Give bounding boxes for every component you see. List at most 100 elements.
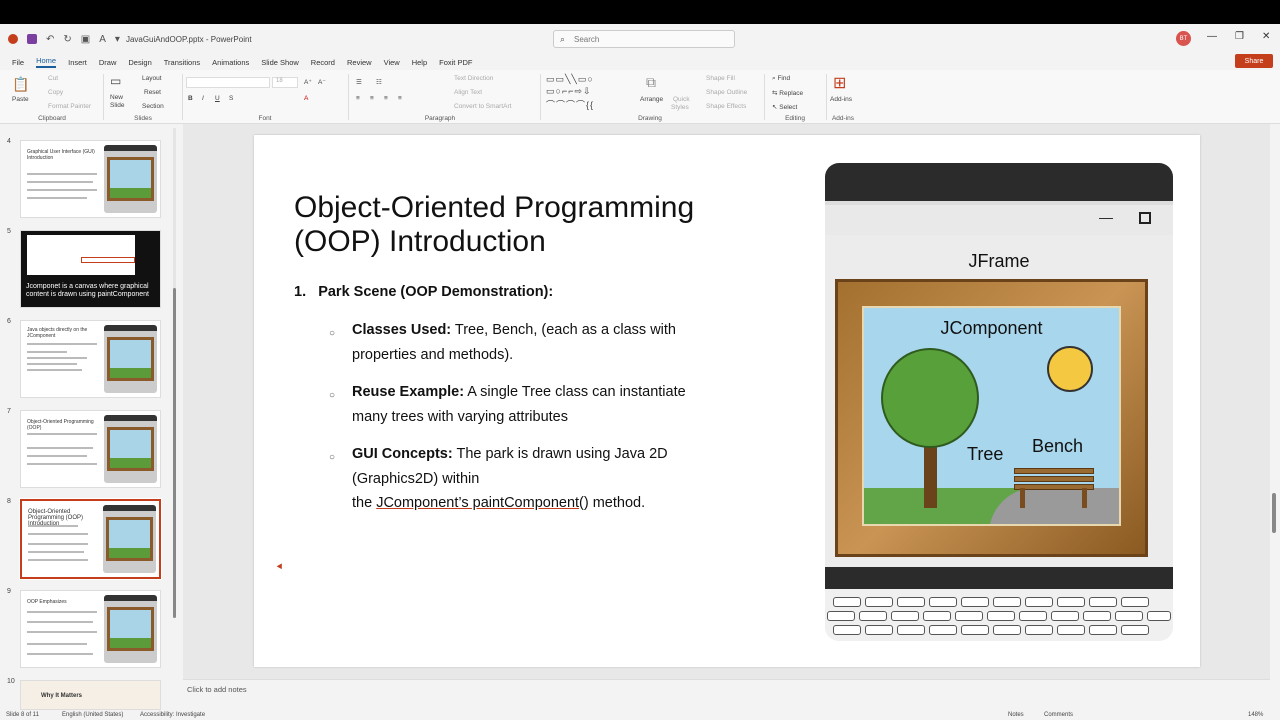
underline-icon[interactable]: U [215,95,220,102]
shapes-gallery-row3[interactable]: ⌒⌒⌒⌒{{ [546,98,594,111]
replace-button[interactable]: ⇆ Replace [772,89,803,97]
redo-icon[interactable]: ↻ [63,34,71,45]
copy-button[interactable]: Copy [48,89,63,96]
increase-font-icon[interactable]: A⁺ [304,78,312,86]
tab-review[interactable]: Review [347,58,372,67]
tab-help[interactable]: Help [412,58,427,67]
arrange-icon[interactable]: ⧉ [646,74,656,91]
cut-button[interactable]: Cut [48,75,58,82]
shadow-icon[interactable]: S [229,95,233,102]
font-color-icon[interactable]: A [99,34,106,45]
canvas-scrollbar[interactable] [1272,128,1276,668]
justify-icon[interactable]: ≡ [398,95,402,102]
minimize-icon[interactable]: — [1207,31,1217,42]
align-left-icon[interactable]: ≡ [356,95,360,102]
slide-thumbnail-10[interactable]: Why It Matters [20,680,161,710]
addins-icon[interactable]: ⊞ [833,73,846,93]
align-text-button[interactable]: Align Text [454,89,482,96]
customize-qa-icon[interactable]: ▾ [115,34,120,45]
search-box[interactable]: ⌕ Search [553,30,735,48]
paste-button[interactable]: Paste [12,96,29,103]
tab-design[interactable]: Design [128,58,151,67]
tab-transitions[interactable]: Transitions [164,58,200,67]
slide-8[interactable]: Object-Oriented Programming (OOP) Introd… [254,135,1200,667]
find-button[interactable]: ⌕ Find [772,75,790,83]
new-slide-icon[interactable]: ▭ [110,74,121,88]
slide-heading[interactable]: 1. Park Scene (OOP Demonstration): [294,284,553,300]
smartart-button[interactable]: Convert to SmartArt [454,103,511,110]
present-icon[interactable]: ▣ [81,34,90,45]
shape-effects-button[interactable]: Shape Effects [706,103,746,110]
shapes-gallery[interactable]: ▭▭╲╲▭○ [546,74,594,85]
thumb-image [104,595,157,663]
save-icon[interactable] [27,34,37,44]
bullet-gui-concepts[interactable]: GUI Concepts: The park is drawn using Ja… [352,442,712,492]
share-button[interactable]: Share [1235,54,1273,68]
thumbnail-scrollbar[interactable] [173,128,176,618]
bullet-gui-concepts-line3[interactable]: the JComponent’s paintComponent() method… [352,491,712,516]
tab-slideshow[interactable]: Slide Show [261,58,299,67]
layout-button[interactable]: Layout [142,75,162,82]
bullet-icon: ○ [329,328,336,339]
font-size-select[interactable]: 18 [272,77,298,88]
numbering-icon[interactable]: ☷ [376,78,382,86]
align-center-icon[interactable]: ≡ [370,95,374,102]
user-avatar[interactable]: BT [1176,31,1191,46]
quick-styles-button[interactable]: Quick [673,96,690,103]
tab-record[interactable]: Record [311,58,335,67]
tab-view[interactable]: View [384,58,400,67]
decrease-font-icon[interactable]: A⁻ [318,78,326,86]
thumb-title: Jcomponet is a canvas where graphical co… [26,283,149,298]
format-painter-button[interactable]: Format Painter [48,103,91,110]
new-slide-button[interactable]: New [110,94,123,101]
zoom-level[interactable]: 148% [1248,712,1263,718]
window-minimize-icon: — [1099,209,1113,225]
bullets-icon[interactable]: ☰ [356,78,362,86]
bullet-reuse-example[interactable]: Reuse Example: A single Tree class can i… [352,380,712,430]
addins-button[interactable]: Add-ins [830,96,852,103]
park-illustration[interactable]: — JFrame JComponent Tree Bench [825,163,1173,641]
tab-foxit[interactable]: Foxit PDF [439,58,472,67]
slide-thumbnail-9[interactable]: OOP Emphasizes [20,590,161,668]
top-black-band [0,0,1280,24]
language-indicator[interactable]: English (United States) [62,712,123,718]
picture-frame: JComponent Tree Bench [835,279,1148,557]
reset-button[interactable]: Reset [144,89,161,96]
notes-button[interactable]: Notes [1008,712,1024,718]
slide-thumbnail-7[interactable]: Object-Oriented Programming (OOP) [20,410,161,488]
tab-home[interactable]: Home [36,56,57,68]
notes-pane[interactable]: Click to add notes [183,679,1270,699]
maximize-icon[interactable]: ❐ [1235,31,1244,42]
close-icon[interactable]: ✕ [1262,31,1270,42]
tab-animations[interactable]: Animations [212,58,249,67]
slide-thumbnail-4[interactable]: Graphical User Interface (GUI) Introduct… [20,140,161,218]
text-direction-button[interactable]: Text Direction [454,75,493,82]
font-family-select[interactable] [186,77,270,88]
thumb-image [103,505,156,573]
bold-icon[interactable]: B [188,95,193,102]
slide-thumbnail-5[interactable]: Jcomponet is a canvas where graphical co… [20,230,161,308]
shapes-gallery-row2[interactable]: ▭○⌐⌐⇨⇩ [546,86,592,97]
slide-thumbnail-6[interactable]: Java objects directly on the JComponent [20,320,161,398]
undo-icon[interactable]: ↶ [46,34,54,45]
accessibility-checker[interactable]: Accessibility: Investigate [140,712,205,718]
font-color-icon[interactable]: A [304,95,308,102]
tab-file[interactable]: File [12,58,24,67]
shape-outline-button[interactable]: Shape Outline [706,89,747,96]
select-button[interactable]: ↖ Select [772,103,797,111]
slide-thumbnail-8[interactable]: Object-Oriented Programming (OOP) Introd… [19,498,162,580]
tab-draw[interactable]: Draw [99,58,117,67]
tab-insert[interactable]: Insert [68,58,87,67]
shape-fill-button[interactable]: Shape Fill [706,75,735,82]
editing-label: Editing [785,115,805,122]
italic-icon[interactable]: I [202,95,204,102]
align-right-icon[interactable]: ≡ [384,95,388,102]
section-button[interactable]: Section [142,103,164,110]
arrange-button[interactable]: Arrange [640,96,663,103]
slides-label: Slides [134,115,152,122]
paste-icon[interactable]: 📋 [12,76,29,93]
bullet-classes-used[interactable]: Classes Used: Tree, Bench, (each as a cl… [352,318,712,368]
slide-title[interactable]: Object-Oriented Programming (OOP) Introd… [294,191,774,259]
slide-thumbnail-pane: 4 Graphical User Interface (GUI) Introdu… [0,124,180,710]
comments-button[interactable]: Comments [1044,712,1073,718]
